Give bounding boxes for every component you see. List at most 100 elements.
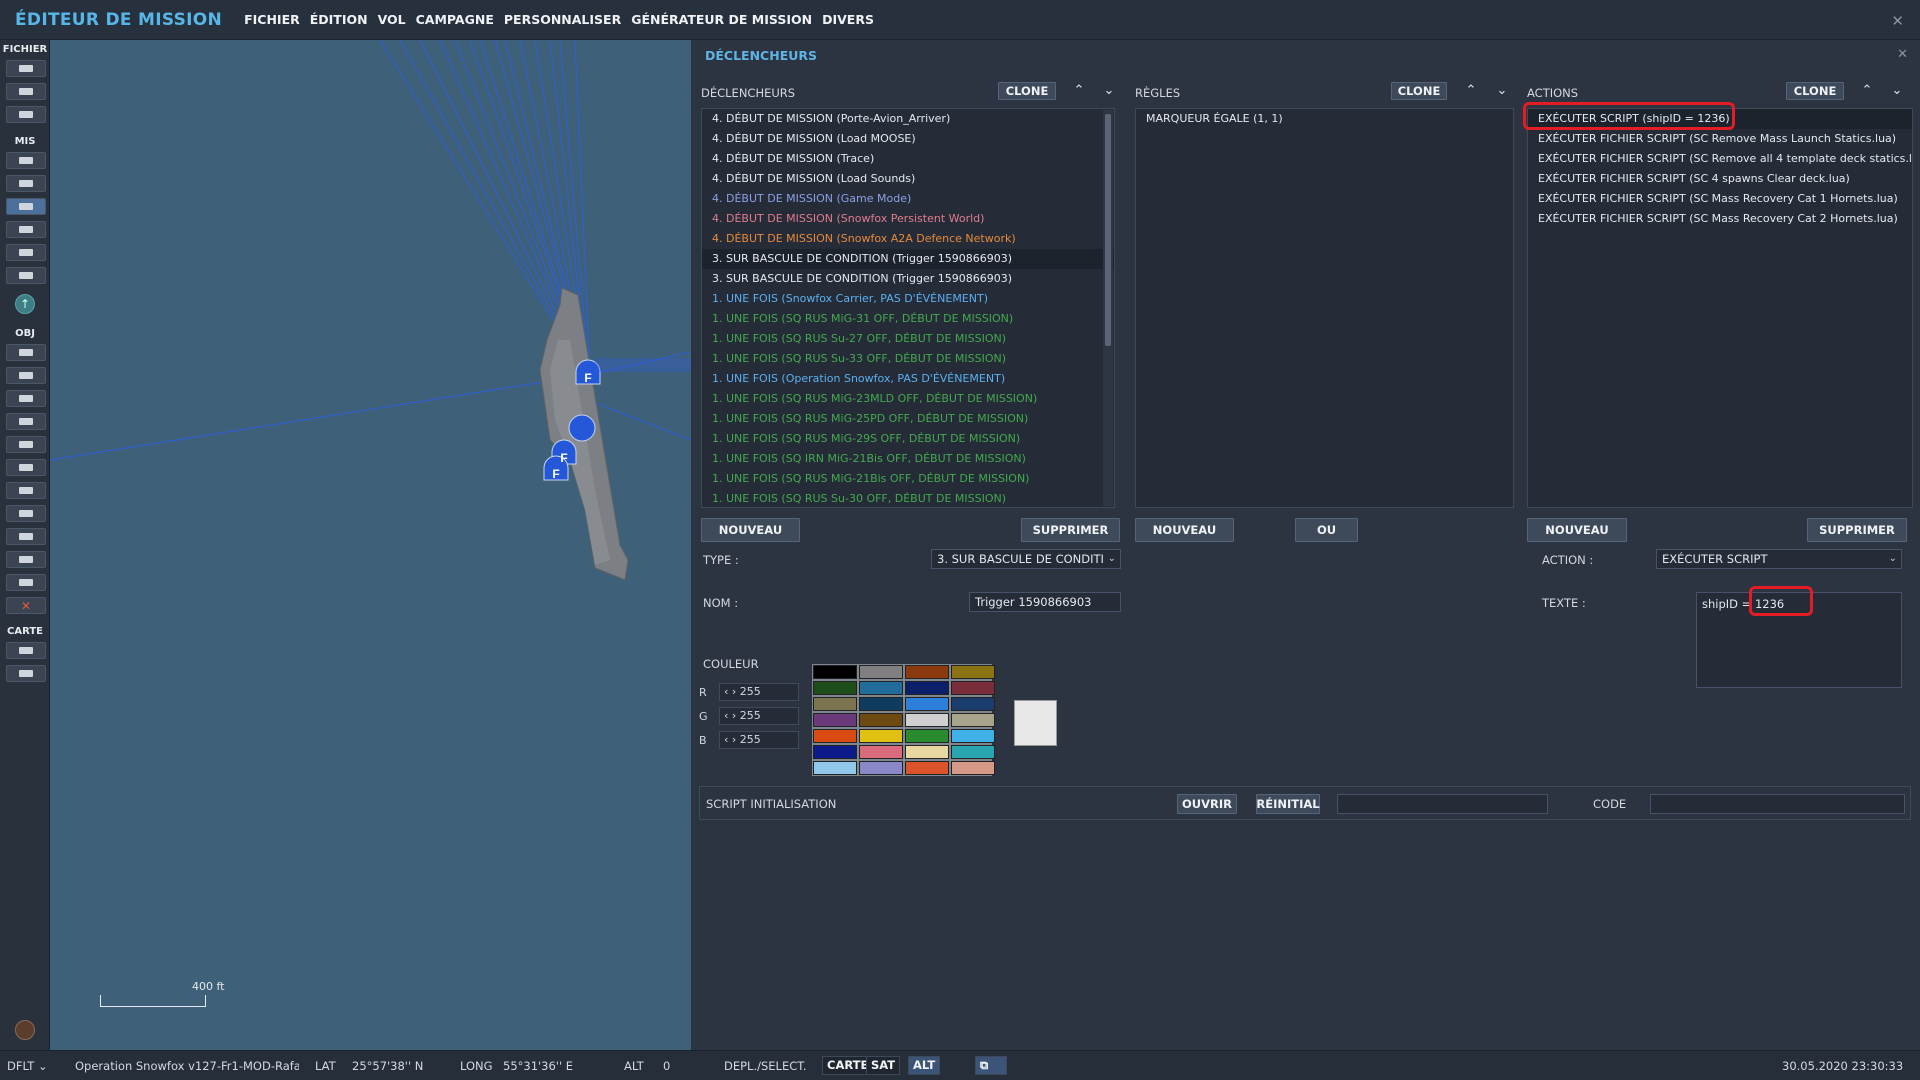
triggers-delete-button[interactable]: SUPPRIMER [1021, 518, 1120, 542]
zones-icon[interactable] [6, 221, 46, 238]
trigger-row[interactable]: 1. UNE FOIS (SQ RUS MiG-23MLD OFF, DÉBUT… [702, 389, 1114, 409]
triggers-clone-button[interactable]: CLONE [998, 82, 1056, 100]
aircraft-icon[interactable] [6, 344, 46, 361]
actions-new-button[interactable]: NOUVEAU [1527, 518, 1627, 542]
trigger-row[interactable]: 4. DÉBUT DE MISSION (Trace) [702, 149, 1114, 169]
trigger-row[interactable]: 1. UNE FOIS (Snowfox Carrier, PAS D'ÉVÉN… [702, 289, 1114, 309]
altitude-mode-button[interactable]: ALT [908, 1056, 941, 1075]
check-icon[interactable] [6, 267, 46, 284]
trigger-row[interactable]: 4. DÉBUT DE MISSION (Load Sounds) [702, 169, 1114, 189]
name-field[interactable]: Trigger 1590866903 [969, 592, 1121, 612]
color-swatch[interactable] [859, 681, 903, 695]
script-reset-button[interactable]: RÉINITIAL [1256, 794, 1320, 814]
color-swatch[interactable] [813, 761, 857, 775]
menu-campaign[interactable]: CAMPAGNE [416, 12, 494, 27]
actions-delete-button[interactable]: SUPPRIMER [1807, 518, 1907, 542]
color-swatch[interactable] [905, 665, 949, 679]
satellite-mode-button[interactable]: SAT [866, 1056, 901, 1075]
user-avatar-icon[interactable] [15, 1020, 35, 1040]
trigger-row[interactable]: 1. UNE FOIS (Operation Snowfox, PAS D'ÉV… [702, 369, 1114, 389]
action-dropdown[interactable]: EXÉCUTER SCRIPT ⌄ [1656, 549, 1902, 569]
ruler-icon[interactable] [6, 665, 46, 682]
target-icon[interactable] [6, 482, 46, 499]
triggers-new-button[interactable]: NOUVEAU [701, 518, 800, 542]
color-swatch[interactable] [813, 713, 857, 727]
template-icon[interactable] [6, 551, 46, 568]
coalition-icon[interactable]: ↑ [15, 294, 35, 314]
trigger-row[interactable]: 1. UNE FOIS (SQ RUS Su-27 OFF, DÉBUT DE … [702, 329, 1114, 349]
static-object-icon[interactable] [6, 436, 46, 453]
color-swatch[interactable] [859, 713, 903, 727]
menu-flight[interactable]: VOL [378, 12, 406, 27]
color-swatch[interactable] [813, 697, 857, 711]
shapes-icon[interactable] [6, 574, 46, 591]
color-swatch[interactable] [951, 745, 995, 759]
triggers-icon[interactable] [6, 198, 46, 215]
trigger-row[interactable]: 1. UNE FOIS (SQ IRN MiG-21Bis OFF, DÉBUT… [702, 449, 1114, 469]
resources-icon[interactable] [6, 244, 46, 261]
app-close-icon[interactable]: ✕ [1891, 12, 1904, 30]
actions-clone-button[interactable]: CLONE [1786, 82, 1844, 100]
color-swatch[interactable] [813, 681, 857, 695]
action-row[interactable]: EXÉCUTER FICHIER SCRIPT (SC Mass Recover… [1528, 209, 1912, 229]
color-swatch[interactable] [905, 761, 949, 775]
delete-icon[interactable]: ✕ [6, 597, 46, 614]
triggers-move-up-icon[interactable]: ⌃ [1072, 84, 1086, 99]
color-swatch[interactable] [951, 729, 995, 743]
code-field[interactable] [1650, 794, 1905, 814]
ship-icon[interactable] [6, 413, 46, 430]
triggers-scrollbar[interactable] [1103, 110, 1113, 506]
action-row[interactable]: EXÉCUTER FICHIER SCRIPT (SC Remove Mass … [1528, 129, 1912, 149]
panel-close-icon[interactable]: ✕ [1897, 47, 1908, 62]
trigger-row[interactable]: 4. DÉBUT DE MISSION (Load MOOSE) [702, 129, 1114, 149]
helicopter-icon[interactable] [6, 367, 46, 384]
rules-move-down-icon[interactable]: ⌄ [1495, 84, 1509, 99]
nav-point-icon[interactable] [6, 505, 46, 522]
action-row[interactable]: EXÉCUTER FICHIER SCRIPT (SC Mass Recover… [1528, 189, 1912, 209]
map-options-icon[interactable] [6, 642, 46, 659]
color-swatch[interactable] [859, 697, 903, 711]
menu-misc[interactable]: DIVERS [822, 12, 874, 27]
color-swatch[interactable] [951, 697, 995, 711]
trigger-row[interactable]: 4. DÉBUT DE MISSION (Snowfox Persistent … [702, 209, 1114, 229]
trigger-row[interactable]: 1. UNE FOIS (SQ RUS MiG-25PD OFF, DÉBUT … [702, 409, 1114, 429]
rules-or-button[interactable]: OU [1295, 518, 1358, 542]
rules-new-button[interactable]: NOUVEAU [1135, 518, 1234, 542]
trigger-row[interactable]: 4. DÉBUT DE MISSION (Game Mode) [702, 189, 1114, 209]
script-path-field[interactable] [1337, 794, 1548, 814]
action-row[interactable]: EXÉCUTER FICHIER SCRIPT (SC Remove all 4… [1528, 149, 1912, 169]
airfield-icon[interactable] [6, 459, 46, 476]
color-swatch[interactable] [951, 713, 995, 727]
trigger-row[interactable]: 1. UNE FOIS (SQ RUS MiG-21Bis OFF, DÉBUT… [702, 469, 1114, 489]
save-icon[interactable] [6, 106, 46, 123]
triggers-move-down-icon[interactable]: ⌄ [1102, 84, 1116, 99]
color-swatch[interactable] [859, 745, 903, 759]
menu-customize[interactable]: PERSONNALISER [504, 12, 621, 27]
color-swatch[interactable] [905, 713, 949, 727]
color-swatch[interactable] [813, 745, 857, 759]
new-file-icon[interactable] [6, 60, 46, 77]
open-folder-icon[interactable] [6, 83, 46, 100]
trigger-row[interactable]: 4. DÉBUT DE MISSION (Snowfox A2A Defence… [702, 229, 1114, 249]
color-swatch[interactable] [905, 681, 949, 695]
color-swatch[interactable] [813, 729, 857, 743]
color-b-input[interactable]: ‹ › 255 [719, 731, 799, 749]
color-swatch[interactable] [951, 681, 995, 695]
color-swatch[interactable] [859, 665, 903, 679]
triggers-list[interactable]: 4. DÉBUT DE MISSION (Porte-Avion_Arriver… [701, 108, 1115, 508]
color-swatch[interactable] [813, 665, 857, 679]
trigger-row[interactable]: 3. SUR BASCULE DE CONDITION (Trigger 159… [702, 249, 1114, 269]
triggers-scrollbar-thumb[interactable] [1105, 114, 1111, 346]
menu-edit[interactable]: ÉDITION [310, 12, 368, 27]
actions-move-up-icon[interactable]: ⌃ [1860, 84, 1874, 99]
rule-row[interactable]: MARQUEUR ÉGALE (1, 1) [1136, 109, 1513, 129]
actions-list[interactable]: EXÉCUTER SCRIPT (shipID = 1236) EXÉCUTER … [1527, 108, 1913, 508]
color-swatch[interactable] [859, 729, 903, 743]
color-swatch[interactable] [905, 745, 949, 759]
map-view[interactable]: F F F 400 ft [50, 40, 691, 1050]
color-swatch[interactable] [951, 665, 995, 679]
carrier-icon[interactable] [6, 528, 46, 545]
map-filter-icon[interactable]: ⧉ [975, 1056, 1007, 1075]
rules-clone-button[interactable]: CLONE [1391, 82, 1447, 100]
color-swatch[interactable] [951, 761, 995, 775]
